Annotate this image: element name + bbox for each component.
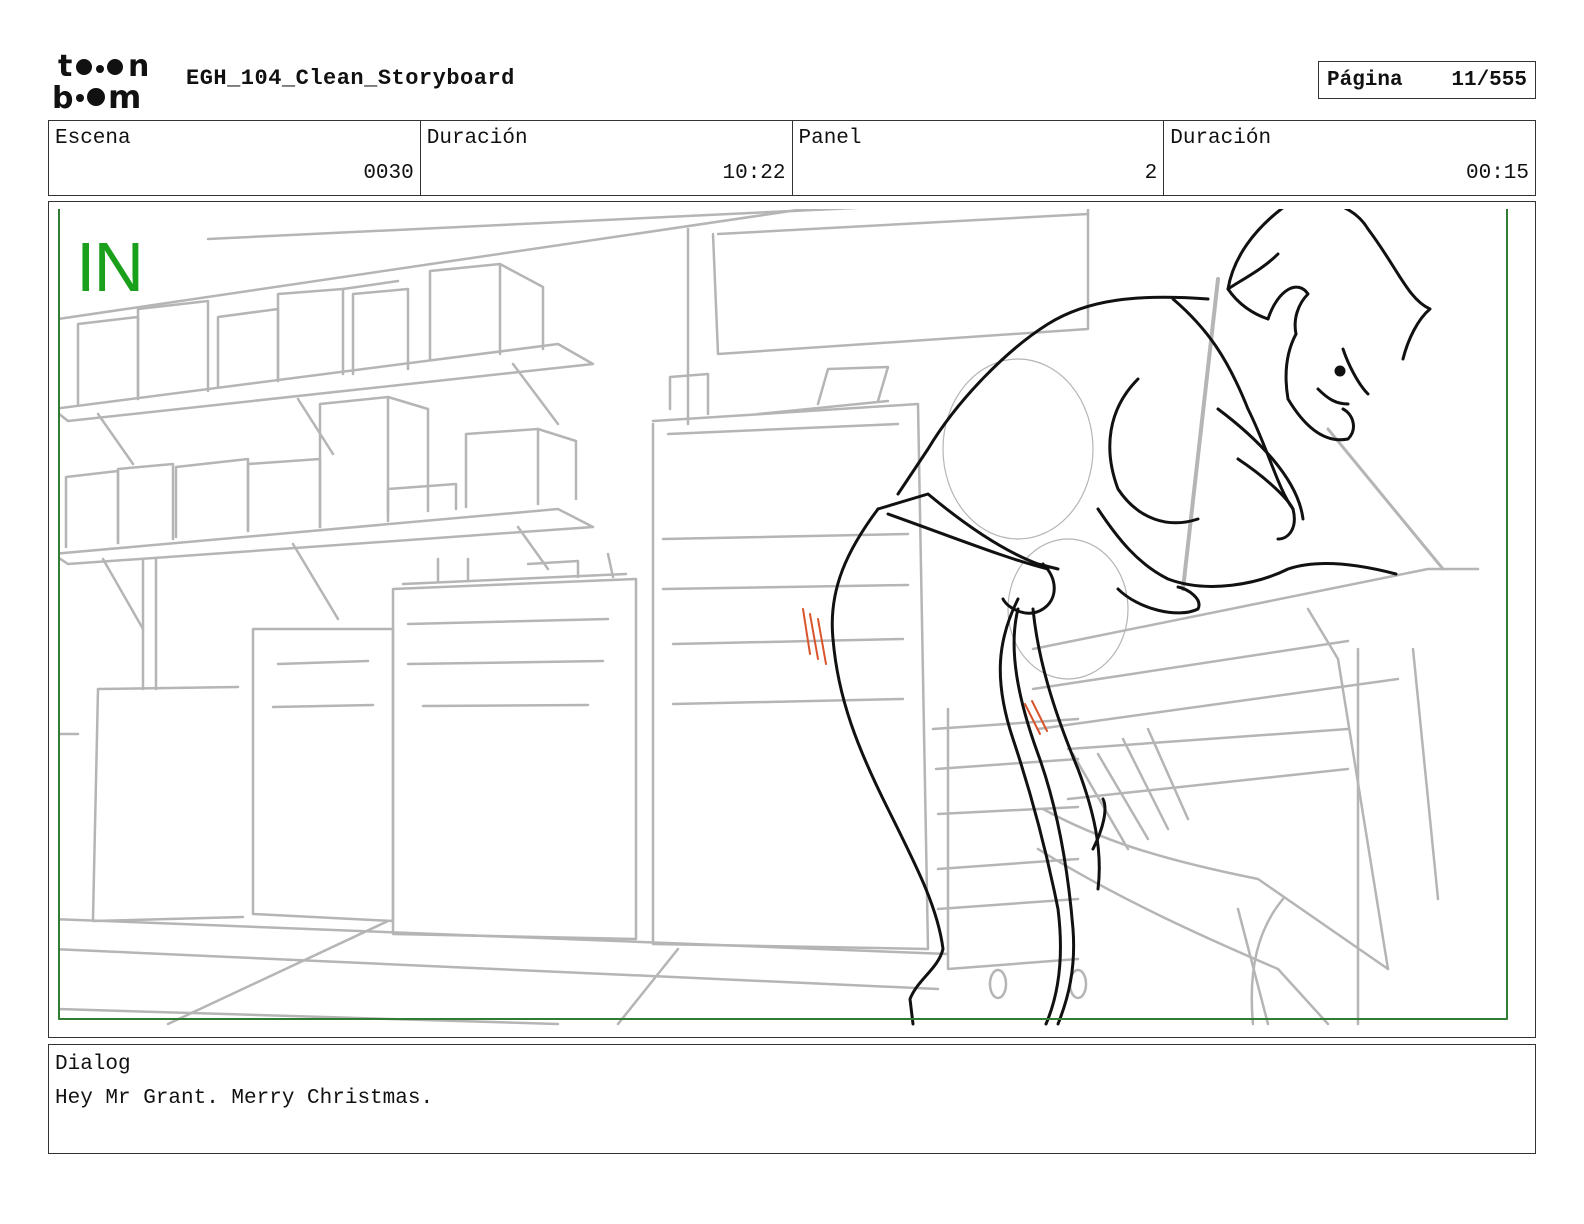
page-value: 11/555 xyxy=(1451,68,1527,92)
panel-duration-label: Duración xyxy=(1170,127,1272,150)
scene-label: Escena xyxy=(55,127,131,150)
document-title: EGH_104_Clean_Storyboard xyxy=(186,66,515,91)
storyboard-sketch xyxy=(58,209,1508,1026)
scene-duration-value: 10:22 xyxy=(722,162,786,185)
svg-text:t: t xyxy=(58,50,72,84)
svg-text:b: b xyxy=(52,81,73,112)
transition-in-label: IN xyxy=(76,228,144,306)
dialog-label: Dialog xyxy=(55,1053,131,1076)
scene-cell: Escena 0030 xyxy=(49,121,421,195)
page-label: Página xyxy=(1327,68,1403,92)
page-indicator: Página 11/555 xyxy=(1318,61,1536,99)
scene-duration-label: Duración xyxy=(426,127,528,150)
panel-value: 2 xyxy=(1144,162,1158,185)
svg-text:m: m xyxy=(108,78,141,112)
dialog-text: Hey Mr Grant. Merry Christmas. xyxy=(55,1087,434,1110)
scene-value: 0030 xyxy=(363,162,414,185)
panel-label: Panel xyxy=(798,127,862,150)
scene-info-row: Escena 0030 Duración 10:22 Panel 2 Durac… xyxy=(48,120,1536,196)
camera-frame xyxy=(58,209,1508,1020)
scene-duration-cell: Duración 10:22 xyxy=(421,121,793,195)
dialog-box: Dialog Hey Mr Grant. Merry Christmas. xyxy=(48,1044,1536,1154)
panel-duration-value: 00:15 xyxy=(1465,162,1529,185)
panel-duration-cell: Duración 00:15 xyxy=(1164,121,1535,195)
toonboom-logo: t n b m xyxy=(52,50,149,112)
panel-cell: Panel 2 xyxy=(793,121,1165,195)
